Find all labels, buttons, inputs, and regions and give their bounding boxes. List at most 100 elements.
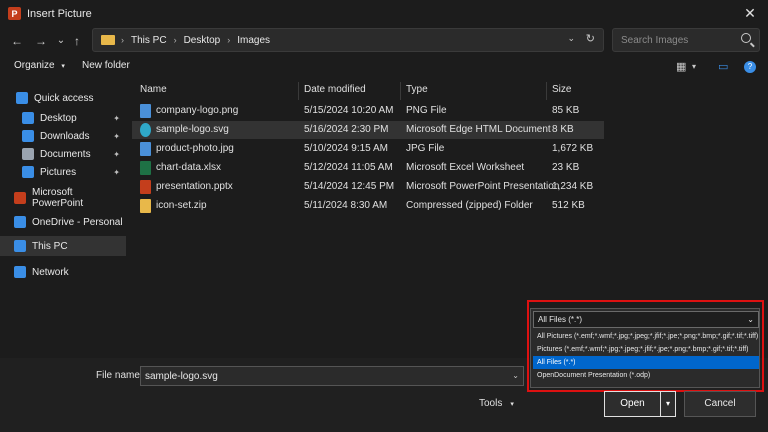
address-bar[interactable]: › This PC › Desktop › Images ⌄ ↻	[92, 28, 604, 52]
file-row[interactable]: product-photo.jpg 5/10/2024 9:15 AM JPG Fi…	[132, 140, 604, 158]
file-size-cell: 1,672 KB	[552, 143, 594, 154]
sidebar-item-label: Quick access	[34, 92, 94, 104]
pin-icon[interactable]: ✦	[113, 168, 120, 177]
file-type-cell: PNG File	[406, 105, 447, 116]
file-type-cell: Microsoft PowerPoint Presentation	[406, 181, 560, 192]
sidebar-item-label: OneDrive - Personal	[32, 216, 123, 228]
breadcrumb-separator: ›	[121, 35, 124, 45]
file-type-dropdown[interactable]: All Files (*.*) ⌄ All Pictures (*.emf;*.…	[530, 308, 760, 388]
file-type-option[interactable]: All Files (*.*)	[533, 356, 759, 369]
cloud-icon	[14, 216, 26, 228]
sidebar-item-microsoft-powerpoint[interactable]: Microsoft PowerPoint	[0, 187, 126, 209]
sidebar-item-this-pc[interactable]: This PC	[0, 236, 126, 256]
file-type-option[interactable]: OpenDocument Presentation (*.odp)	[533, 369, 759, 382]
network-icon	[14, 266, 26, 278]
sidebar-item-quick-access[interactable]: Quick access	[0, 88, 126, 108]
sidebar-item-label: Downloads	[40, 130, 90, 142]
file-type-icon	[140, 180, 151, 194]
file-type-icon	[140, 161, 151, 175]
pin-icon[interactable]: ✦	[113, 114, 120, 123]
help-icon[interactable]: ?	[744, 61, 756, 73]
chevron-down-icon: ⌄	[747, 315, 754, 324]
search-input[interactable]	[621, 33, 731, 47]
star-icon	[16, 92, 28, 104]
sidebar-item-documents[interactable]: Documents ✦	[0, 144, 126, 164]
file-type-icon	[140, 123, 151, 137]
title-bar: P Insert Picture ✕	[0, 0, 768, 28]
file-row[interactable]: company-logo.png 5/15/2024 10:20 AM PNG Fi…	[132, 102, 604, 120]
file-date-cell: 5/15/2024 10:20 AM	[304, 105, 394, 116]
chevron-down-icon: ▾	[61, 63, 65, 70]
new-folder-button[interactable]: New folder	[82, 60, 130, 71]
file-name-label: File name:	[96, 370, 143, 381]
file-type-icon	[140, 104, 151, 118]
file-name-cell: chart-data.xlsx	[156, 162, 222, 173]
pictures-icon	[22, 166, 34, 178]
column-divider[interactable]	[400, 82, 401, 100]
file-name-cell: presentation.pptx	[156, 181, 233, 192]
column-header-size[interactable]: Size	[552, 84, 571, 95]
sidebar-item-label: This PC	[32, 240, 68, 252]
sidebar-item-label: Documents	[40, 148, 91, 160]
chevron-down-icon[interactable]: ⌄	[512, 371, 519, 380]
back-arrow-icon[interactable]: ←	[8, 32, 26, 50]
file-size-cell: 23 KB	[552, 162, 580, 173]
file-size-cell: 512 KB	[552, 200, 585, 211]
search-icon[interactable]	[741, 33, 751, 43]
breadcrumb-images[interactable]: Images	[237, 35, 270, 46]
file-row[interactable]: presentation.pptx 5/14/2024 12:45 PM Micro…	[132, 178, 604, 196]
powerpoint-app-icon: P	[8, 7, 21, 20]
pin-icon[interactable]: ✦	[113, 132, 120, 141]
cancel-button[interactable]: Cancel	[684, 391, 756, 417]
file-date-cell: 5/12/2024 11:05 AM	[304, 162, 393, 173]
file-name-cell: product-photo.jpg	[156, 143, 234, 154]
tools-label: Tools	[479, 398, 503, 409]
file-type-option[interactable]: Pictures (*.emf;*.wmf;*.jpg;*.jpeg;*.jfi…	[533, 343, 759, 356]
view-chevron-icon[interactable]: ▾	[692, 62, 696, 71]
sidebar-item-downloads[interactable]: Downloads ✦	[0, 126, 126, 146]
view-options-icon[interactable]: ▦	[676, 60, 686, 73]
breadcrumb-separator: ›	[227, 35, 231, 45]
file-type-icon	[140, 199, 151, 213]
file-row[interactable]: sample-logo.svg 5/16/2024 2:30 PM Microsof…	[132, 121, 604, 139]
column-divider[interactable]	[298, 82, 299, 100]
open-options-chevron-icon[interactable]: ▾	[660, 391, 676, 417]
organize-button[interactable]: Organize ▾	[14, 60, 65, 71]
file-row[interactable]: chart-data.xlsx 5/12/2024 11:05 AM Microso…	[132, 159, 604, 177]
column-header-date[interactable]: Date modified	[304, 84, 366, 95]
column-header-name[interactable]: Name	[140, 84, 167, 95]
sidebar-item-onedrive-personal[interactable]: OneDrive - Personal	[0, 212, 126, 232]
column-divider[interactable]	[546, 82, 547, 100]
pin-icon[interactable]: ✦	[113, 150, 120, 159]
sidebar-item-desktop[interactable]: Desktop ✦	[0, 108, 126, 128]
column-header-type[interactable]: Type	[406, 84, 428, 95]
file-row[interactable]: icon-set.zip 5/11/2024 8:30 AM Compressed …	[132, 197, 604, 215]
file-date-cell: 5/11/2024 8:30 AM	[304, 200, 388, 211]
file-size-cell: 8 KB	[552, 124, 574, 135]
breadcrumb-separator: ›	[173, 35, 177, 45]
file-name-cell: sample-logo.svg	[156, 124, 229, 135]
file-type-selected-label: All Files (*.*)	[538, 315, 583, 324]
document-icon	[22, 148, 34, 160]
close-icon[interactable]: ✕	[742, 5, 758, 21]
forward-arrow-icon[interactable]: →	[32, 32, 50, 50]
breadcrumb-desktop[interactable]: Desktop	[184, 35, 221, 46]
desktop-icon	[22, 112, 34, 124]
file-date-cell: 5/10/2024 9:15 AM	[304, 143, 388, 154]
file-type-option[interactable]: All Pictures (*.emf;*.wmf;*.jpg;*.jpeg;*…	[533, 330, 759, 343]
file-name-input[interactable]	[145, 370, 505, 383]
sidebar-item-network[interactable]: Network	[0, 262, 126, 282]
preview-pane-icon[interactable]: ▭	[718, 60, 728, 73]
address-dropdown-icon[interactable]: ⌄	[567, 33, 575, 44]
file-type-selected[interactable]: All Files (*.*) ⌄	[533, 311, 759, 328]
breadcrumb-this-pc[interactable]: This PC	[131, 35, 167, 46]
navigation-pane: Quick access Desktop ✦ Downloads ✦ Documents ✦…	[0, 82, 126, 352]
file-date-cell: 5/14/2024 12:45 PM	[304, 181, 395, 192]
sidebar-item-pictures[interactable]: Pictures ✦	[0, 162, 126, 182]
download-icon	[22, 130, 34, 142]
sidebar-item-label: Microsoft PowerPoint	[32, 187, 84, 209]
refresh-icon[interactable]: ↻	[586, 32, 595, 45]
tools-button[interactable]: Tools ▾	[479, 398, 514, 409]
open-button[interactable]: Open	[604, 391, 660, 417]
up-arrow-icon[interactable]: ↑	[68, 32, 86, 50]
